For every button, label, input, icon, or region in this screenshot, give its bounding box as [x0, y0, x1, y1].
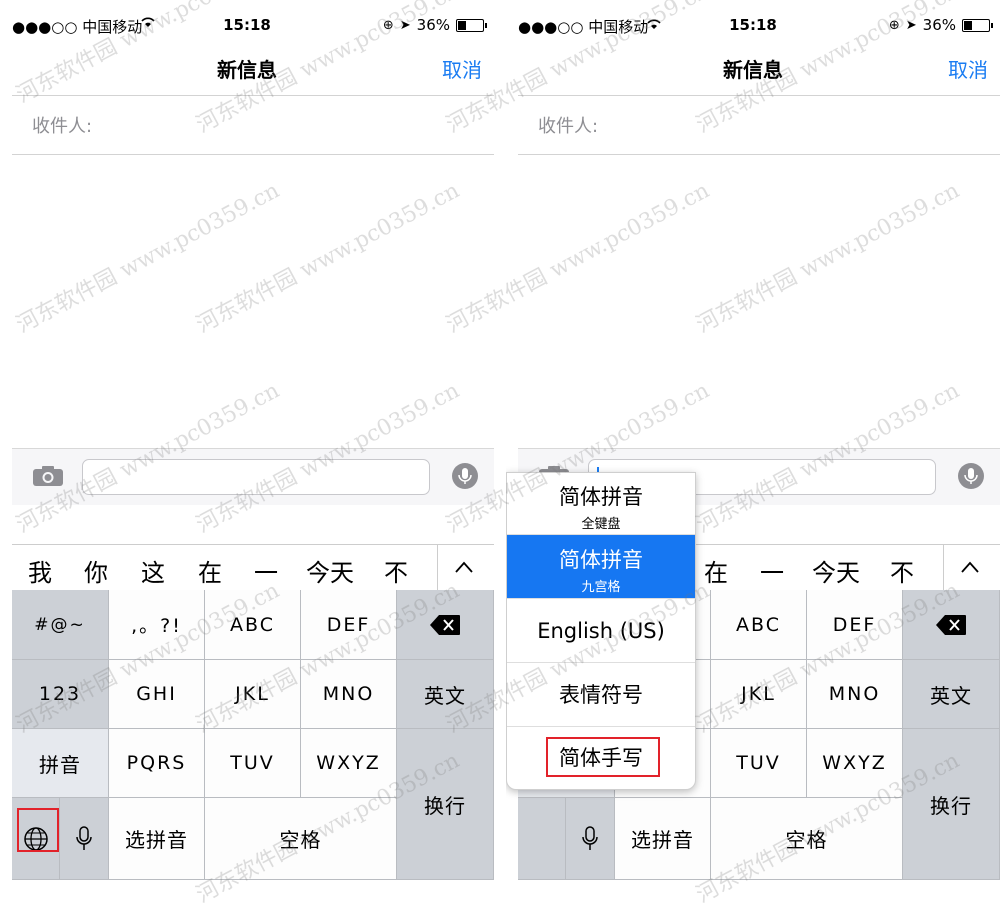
key-tuv[interactable]: TUV — [711, 729, 807, 798]
keyboard: #@~ ,。?! ABC DEF 123 GHI JKL MNO 英文 拼音 P… — [12, 590, 494, 880]
recipient-field[interactable]: 收件人: — [32, 112, 92, 138]
battery-icon — [962, 18, 993, 32]
cancel-button[interactable]: 取消 — [442, 54, 482, 83]
battery-icon — [456, 18, 487, 32]
phone-screen-left: ●●●○○ 中国移动 15:18 ⊕ ➤ 36% 新信息 取消 收件人: 我 你… — [0, 0, 494, 880]
candidate-item[interactable]: 一 — [760, 553, 784, 588]
key-select-pinyin[interactable]: 选拼音 — [109, 798, 205, 880]
candidate-item[interactable]: 今天 — [306, 553, 354, 588]
divider — [12, 154, 494, 155]
key-symbols[interactable]: #@~ — [12, 590, 109, 660]
key-pinyin[interactable]: 拼音 — [12, 729, 109, 798]
candidate-item[interactable]: 在 — [704, 553, 728, 588]
key-english[interactable]: 英文 — [903, 660, 1000, 729]
candidate-item[interactable]: 不 — [384, 553, 408, 588]
microphone-icon[interactable] — [452, 463, 478, 489]
candidate-item[interactable]: 这 — [141, 553, 165, 588]
microphone-icon[interactable] — [958, 463, 984, 489]
divider — [518, 154, 1000, 155]
dictation-key[interactable] — [60, 798, 109, 880]
key-pqrs[interactable]: PQRS — [109, 729, 205, 798]
candidate-item[interactable]: 不 — [890, 553, 914, 588]
recipient-field[interactable]: 收件人: — [538, 112, 598, 138]
microphone-icon — [76, 825, 92, 850]
candidate-item[interactable]: 今天 — [812, 553, 860, 588]
cancel-button[interactable]: 取消 — [948, 54, 988, 83]
highlight-box — [546, 737, 660, 777]
candidate-item[interactable]: 你 — [84, 553, 108, 588]
candidate-item[interactable]: 我 — [28, 553, 52, 588]
microphone-icon — [582, 825, 598, 850]
key-tuv[interactable]: TUV — [205, 729, 301, 798]
key-select-pinyin[interactable]: 选拼音 — [615, 798, 711, 880]
backspace-icon — [936, 614, 966, 635]
candidate-item[interactable]: 在 — [198, 553, 222, 588]
key-abc[interactable]: ABC — [711, 590, 807, 660]
highlight-box — [17, 808, 59, 852]
chevron-up-icon[interactable] — [454, 559, 474, 573]
dictation-key[interactable] — [566, 798, 615, 880]
chevron-up-icon[interactable] — [960, 559, 980, 573]
